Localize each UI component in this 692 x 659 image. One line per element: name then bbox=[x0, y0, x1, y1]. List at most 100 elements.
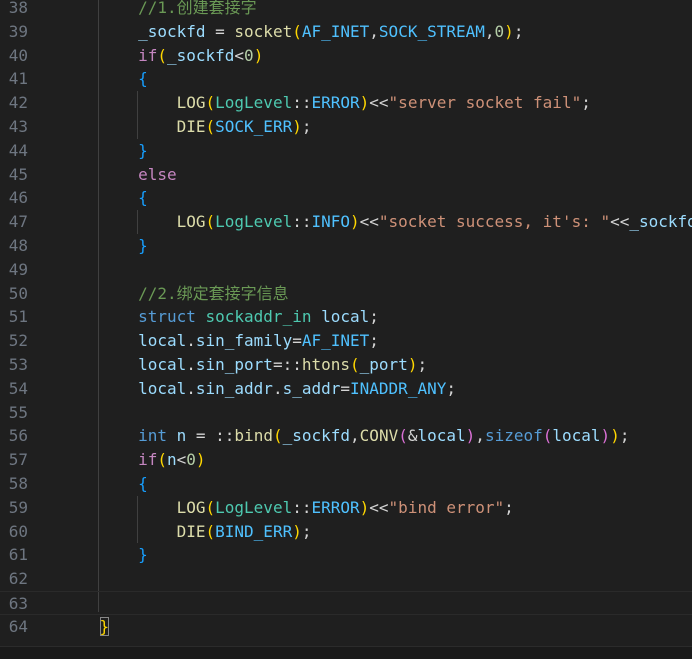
code-line[interactable]: 44 } bbox=[0, 139, 692, 163]
code-token: //2.绑定套接字信息 bbox=[138, 283, 289, 303]
code-token: ; bbox=[619, 426, 630, 446]
code-line[interactable]: 42 LOG(LogLevel::ERROR)<<"server socket … bbox=[0, 91, 692, 115]
line-number: 55 bbox=[8, 402, 28, 422]
code-token: ( bbox=[542, 426, 553, 446]
code-token: else bbox=[138, 164, 177, 184]
code-token: INADDR_ANY bbox=[350, 378, 447, 398]
code-token: local bbox=[138, 355, 187, 374]
code-token: :: bbox=[292, 497, 312, 517]
code-token: ; bbox=[369, 307, 379, 327]
code-line[interactable]: 46 { bbox=[0, 186, 692, 210]
line-number: 47 bbox=[8, 212, 28, 232]
code-token: ; bbox=[301, 521, 312, 541]
code-token: ; bbox=[369, 331, 379, 351]
code-token: "socket success, it's: " bbox=[378, 212, 611, 232]
code-token: << bbox=[369, 93, 389, 113]
code-token: sin_addr bbox=[195, 378, 273, 398]
code-token: INFO bbox=[311, 212, 350, 232]
indent-guide-block bbox=[137, 495, 138, 544]
code-line[interactable]: 57 if(n<0) bbox=[0, 448, 692, 472]
code-token: "server socket fail" bbox=[388, 93, 582, 113]
code-token: LOG bbox=[176, 93, 206, 113]
code-line[interactable]: 47 LOG(LogLevel::INFO)<<"socket success,… bbox=[0, 210, 692, 234]
code-token: DIE bbox=[176, 521, 206, 541]
code-token: ( bbox=[272, 426, 283, 446]
line-code: local.sin_port=::htons(_port); bbox=[61, 353, 427, 377]
line-number: 57 bbox=[8, 450, 28, 470]
line-number: 45 bbox=[8, 164, 28, 184]
code-line[interactable]: 53 local.sin_port=::htons(_port); bbox=[0, 353, 692, 377]
code-token: ) bbox=[292, 117, 302, 136]
line-number: 41 bbox=[8, 69, 28, 89]
code-line[interactable]: 39 _sockfd = socket(AF_INET,SOCK_STREAM,… bbox=[0, 20, 692, 44]
code-token: if bbox=[138, 45, 158, 65]
code-token: , bbox=[369, 21, 379, 41]
code-token: _port bbox=[359, 355, 408, 374]
code-line[interactable]: 52 local.sin_family=AF_INET; bbox=[0, 329, 692, 353]
code-token: n bbox=[176, 426, 187, 446]
code-token: ) bbox=[292, 521, 302, 541]
code-token: DIE bbox=[176, 117, 206, 136]
code-line[interactable]: 56 int n = ::bind(_sockfd,CONV(&local),s… bbox=[0, 424, 692, 448]
code-line[interactable]: 50 //2.绑定套接字信息 bbox=[0, 282, 692, 306]
code-token: "bind error" bbox=[388, 497, 505, 517]
code-token: BIND_ERR bbox=[215, 521, 293, 541]
code-token: { bbox=[138, 188, 148, 208]
code-line[interactable]: 40 if(_sockfd<0) bbox=[0, 44, 692, 68]
horizontal-scrollbar[interactable] bbox=[0, 646, 692, 659]
line-number: 53 bbox=[8, 355, 28, 374]
code-token: ) bbox=[359, 93, 370, 113]
line-code: { bbox=[61, 472, 148, 496]
line-number: 56 bbox=[8, 426, 28, 446]
code-token: ) bbox=[359, 497, 370, 517]
code-line[interactable]: 58 { bbox=[0, 472, 692, 496]
code-editor[interactable]: 38 //1.创建套接字 39 _sockfd = socket(AF_INET,… bbox=[0, 0, 692, 659]
line-code: } bbox=[61, 139, 148, 163]
line-code: _sockfd = socket(AF_INET,SOCK_STREAM,0); bbox=[61, 20, 523, 44]
code-line[interactable]: 61 } bbox=[0, 543, 692, 567]
code-token: ; bbox=[513, 21, 524, 41]
code-line[interactable]: 51 struct sockaddr_in local; bbox=[0, 305, 692, 329]
code-token: , bbox=[484, 21, 495, 41]
code-line[interactable]: 60 DIE(BIND_ERR); bbox=[0, 520, 692, 544]
code-token: int bbox=[138, 426, 167, 446]
code-line[interactable]: 38 //1.创建套接字 bbox=[0, 0, 692, 20]
line-code: } bbox=[61, 543, 148, 567]
code-line[interactable]: 41 { bbox=[0, 67, 692, 91]
code-token: = bbox=[340, 378, 351, 398]
code-line[interactable]: 64 } bbox=[0, 615, 692, 639]
code-line[interactable]: 59 LOG(LogLevel::ERROR)<<"bind error"; bbox=[0, 496, 692, 520]
code-token: local bbox=[138, 331, 187, 351]
code-line[interactable]: 49 bbox=[0, 258, 692, 282]
code-line[interactable]: 48 } bbox=[0, 234, 692, 258]
line-number: 61 bbox=[8, 545, 28, 565]
code-token: , bbox=[475, 426, 485, 446]
line-number: 44 bbox=[8, 140, 28, 160]
line-number: 49 bbox=[8, 259, 28, 279]
code-line[interactable]: 62 bbox=[0, 567, 692, 591]
code-line[interactable]: 63 bbox=[0, 591, 692, 615]
code-line[interactable]: 43 DIE(SOCK_ERR); bbox=[0, 115, 692, 139]
line-number: 54 bbox=[8, 378, 28, 398]
code-token: sockaddr_in bbox=[205, 307, 312, 327]
code-token: . bbox=[186, 355, 196, 374]
line-code: local.sin_addr.s_addr=INADDR_ANY; bbox=[61, 377, 456, 401]
line-code: DIE(SOCK_ERR); bbox=[61, 115, 312, 139]
code-line[interactable]: 54 local.sin_addr.s_addr=INADDR_ANY; bbox=[0, 377, 692, 401]
code-token: . bbox=[272, 378, 283, 398]
code-token: ) bbox=[504, 21, 514, 41]
code-token: ; bbox=[301, 117, 312, 136]
line-code: if(_sockfd<0) bbox=[61, 44, 263, 68]
code-token: << bbox=[369, 497, 389, 517]
code-line[interactable]: 55 bbox=[0, 401, 692, 425]
code-line[interactable]: 45 else bbox=[0, 163, 692, 187]
